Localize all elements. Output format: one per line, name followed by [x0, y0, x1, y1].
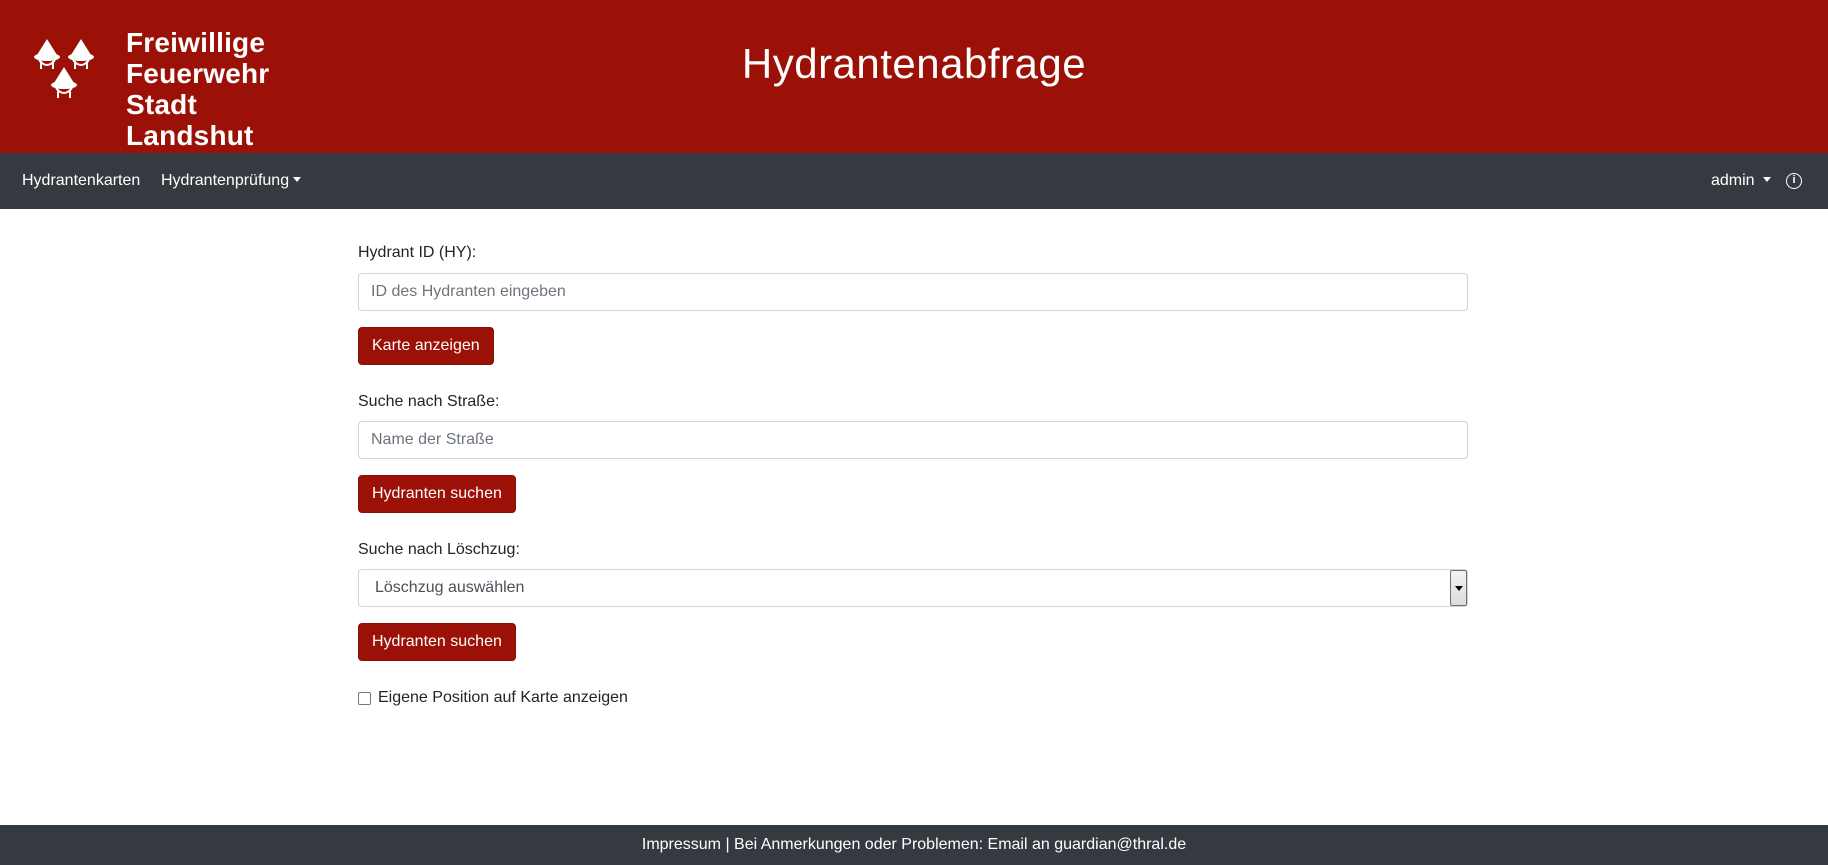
loeschzug-search-button[interactable]: Hydranten suchen: [358, 623, 516, 661]
header-banner: Freiwillige Feuerwehr Stadt Landshut Hyd…: [0, 0, 1828, 153]
street-search-button[interactable]: Hydranten suchen: [358, 475, 516, 513]
logo-line: Stadt Landshut: [126, 89, 254, 151]
loeschzug-select-value: Löschzug auswählen: [375, 579, 525, 596]
impressum-link[interactable]: Impressum: [642, 836, 721, 853]
hydrant-id-label: Hydrant ID (HY):: [358, 244, 477, 261]
nav-item-label: Hydrantenprüfung: [161, 172, 290, 189]
own-position-checkbox[interactable]: [358, 692, 371, 705]
page-title: Hydrantenabfrage: [741, 40, 1087, 87]
nav-item-hydrantenkarten[interactable]: Hydrantenkarten: [22, 153, 140, 209]
show-map-button[interactable]: Karte anzeigen: [358, 327, 494, 365]
street-search-input[interactable]: [358, 421, 1468, 459]
user-menu-label: admin: [1711, 172, 1755, 189]
footer-contact-text: Bei Anmerkungen oder Problemen: Email an…: [734, 836, 1187, 853]
own-position-option: Eigene Position auf Karte anzeigen: [358, 689, 758, 711]
caret-down-icon: [1762, 176, 1771, 182]
own-position-label[interactable]: Eigene Position auf Karte anzeigen: [378, 689, 628, 707]
select-arrow-icon[interactable]: [1450, 570, 1467, 606]
footer-separator: |: [721, 836, 735, 853]
street-search-label: Suche nach Straße:: [358, 393, 500, 410]
nav-item-hydrantenpruefung[interactable]: Hydrantenprüfung: [161, 153, 302, 209]
hydrant-id-input[interactable]: [358, 273, 1468, 311]
caret-down-icon: [293, 176, 302, 182]
loeschzug-select[interactable]: Löschzug auswählen: [358, 569, 1468, 607]
info-circle-icon[interactable]: i: [1786, 173, 1802, 189]
footer: Impressum | Bei Anmerkungen oder Problem…: [0, 825, 1828, 865]
loeschzug-search-label: Suche nach Löschzug:: [358, 541, 520, 558]
navbar: Hydrantenkarten Hydrantenprüfung admin i: [0, 153, 1828, 209]
user-menu[interactable]: admin: [1711, 153, 1771, 209]
